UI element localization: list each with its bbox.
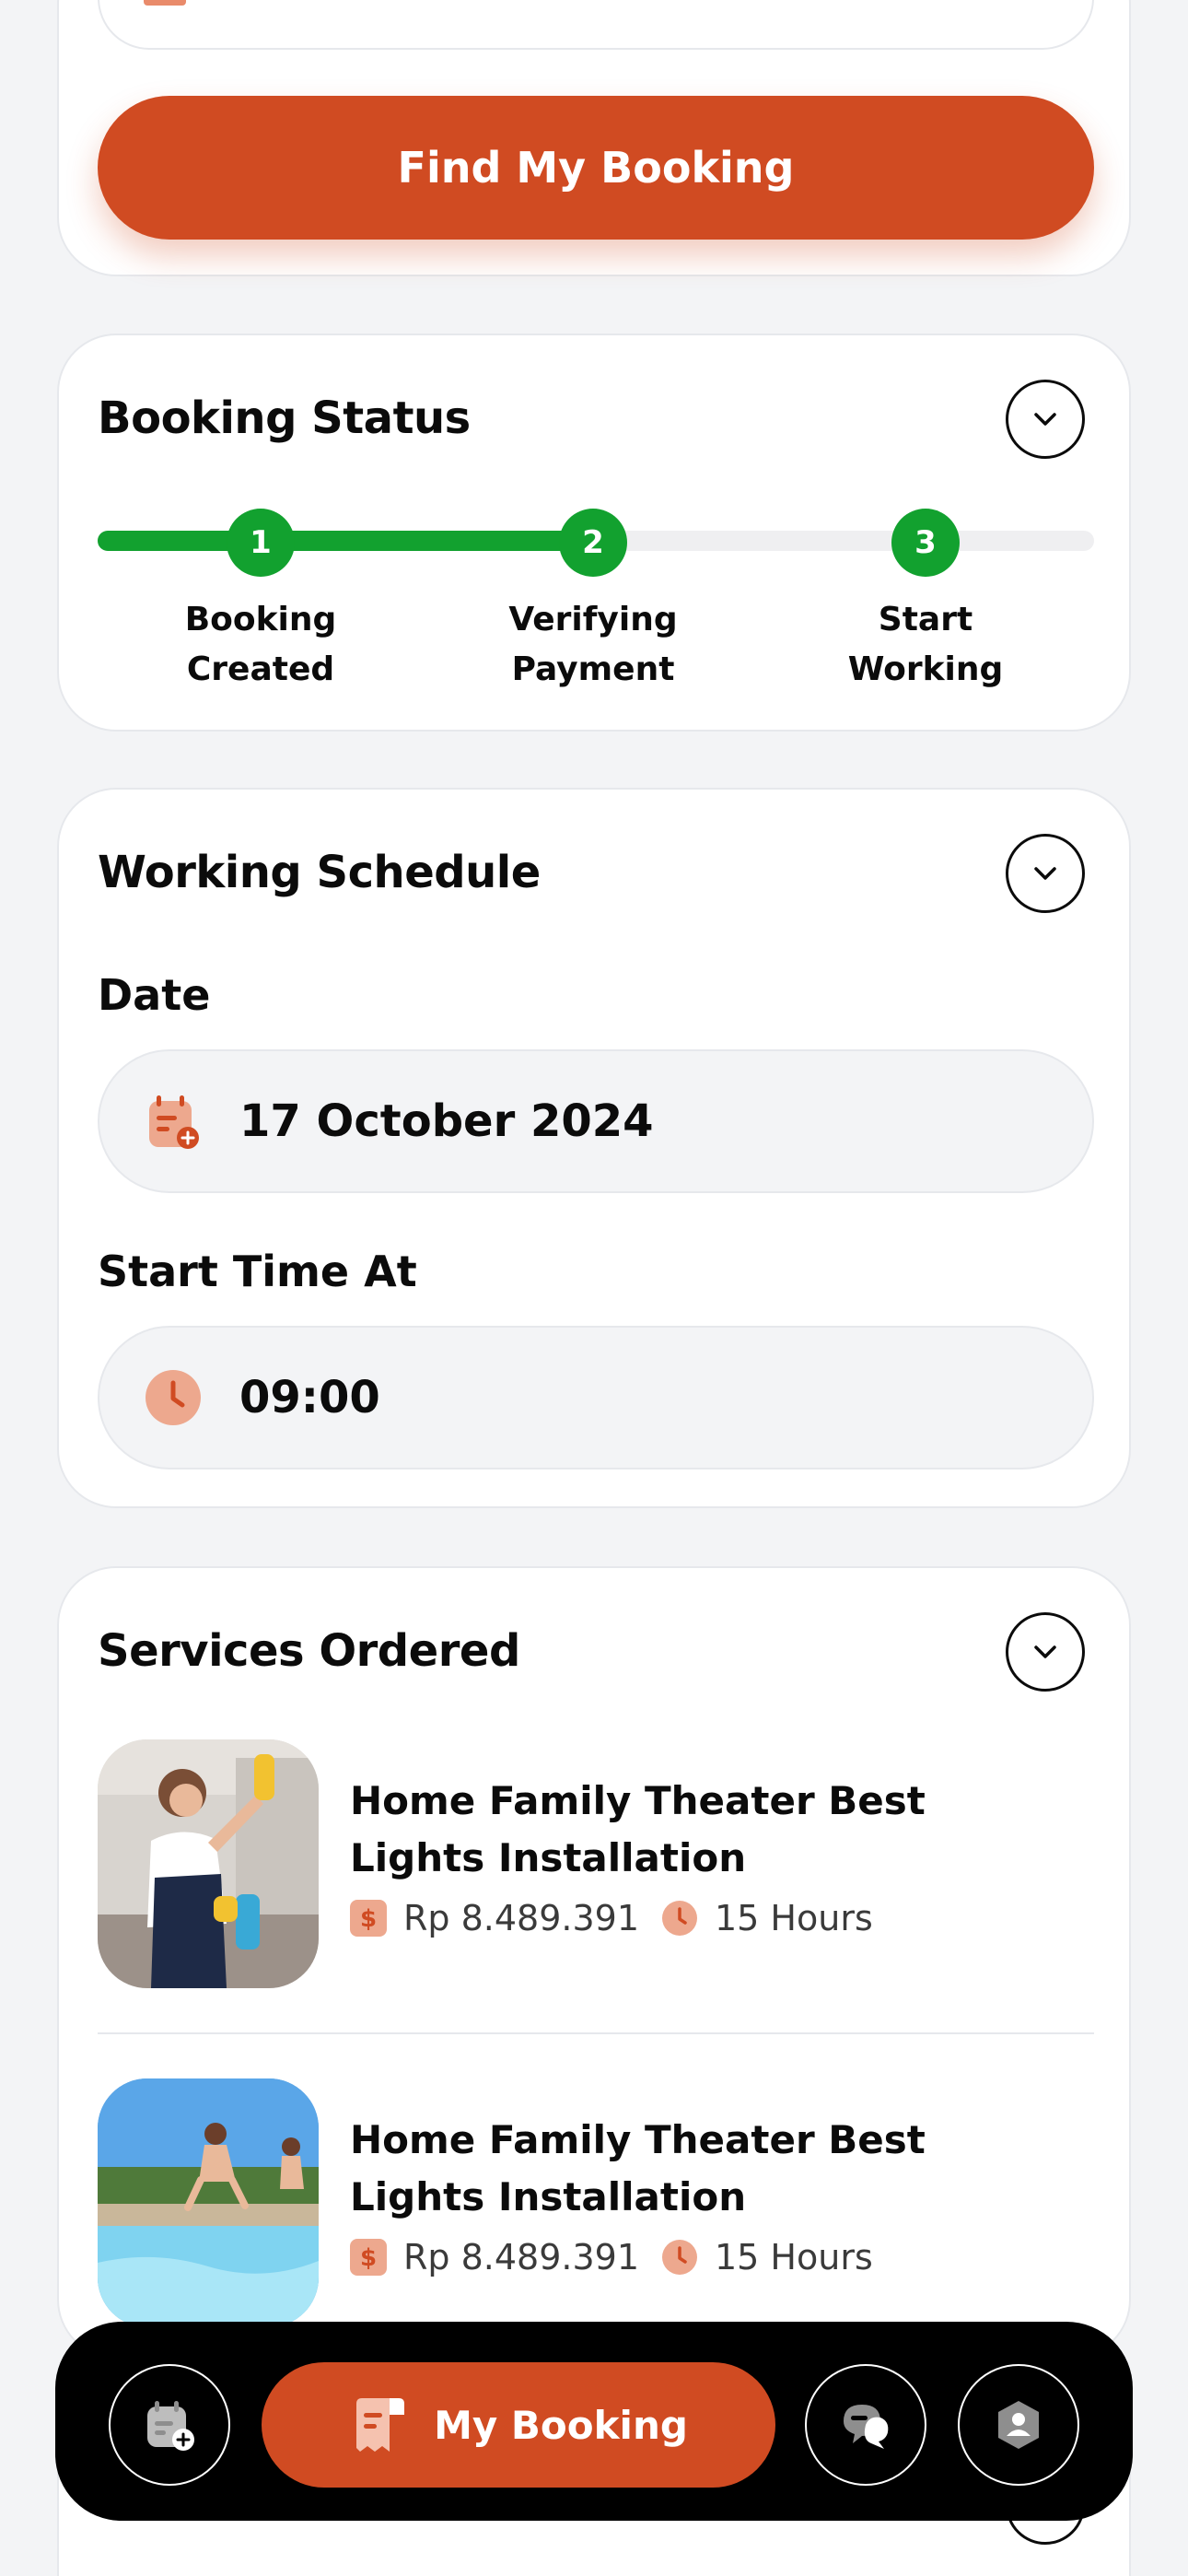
booking-code-input[interactable] <box>98 0 1094 50</box>
service-title: Home Family Theater Best Lights Installa… <box>350 1778 926 1880</box>
step-3-label: Start Working <box>806 595 1045 695</box>
divider <box>98 2032 1094 2034</box>
service-image <box>98 2078 319 2327</box>
input-icon <box>144 0 186 6</box>
step-3-badge: 3 <box>891 509 960 577</box>
svg-text:$: $ <box>360 2244 377 2272</box>
step-1-label-line2: Created <box>186 650 335 688</box>
start-time-value: 09:00 <box>239 1372 380 1423</box>
service-meta: $ Rp 8.489.391 15 Hours <box>350 1898 873 1938</box>
step-1-badge: 1 <box>227 509 295 577</box>
booking-status-card: Booking Status 1 2 3 Booking Created Ver… <box>57 334 1131 732</box>
nav-chat-button[interactable] <box>805 2364 926 2486</box>
booking-status-title: Booking Status <box>98 392 471 444</box>
receipt-icon <box>356 2398 405 2452</box>
working-schedule-collapse-button[interactable] <box>1006 834 1085 913</box>
step-1-label-line1: Booking <box>184 601 337 638</box>
step-2-label-line2: Payment <box>511 650 675 688</box>
find-my-booking-button[interactable]: Find My Booking <box>98 96 1094 240</box>
date-field[interactable]: 17 October 2024 <box>98 1049 1094 1193</box>
services-ordered-card: Services Ordered Home Family Theater Bes… <box>57 1566 1131 2359</box>
nav-my-booking-label: My Booking <box>434 2402 688 2448</box>
start-time-label: Start Time At <box>98 1247 417 1296</box>
step-3-label-line2: Working <box>847 650 1004 688</box>
nav-new-booking-button[interactable] <box>109 2364 230 2486</box>
clock-icon <box>662 2240 697 2275</box>
services-ordered-collapse-button[interactable] <box>1006 1612 1085 1692</box>
chat-icon <box>844 2405 889 2449</box>
progress-fill <box>98 531 596 551</box>
service-item[interactable]: Home Family Theater Best Lights Installa… <box>98 1739 1094 1988</box>
clock-icon <box>146 1370 201 1425</box>
step-3-label-line1: Start <box>878 601 973 638</box>
service-title: Home Family Theater Best Lights Installa… <box>350 2117 926 2219</box>
service-price: Rp 8.489.391 <box>403 2237 639 2277</box>
date-label: Date <box>98 970 211 1020</box>
nav-my-booking-button[interactable]: My Booking <box>262 2362 775 2488</box>
service-duration: 15 Hours <box>715 1898 873 1938</box>
services-ordered-title: Services Ordered <box>98 1625 520 1677</box>
step-2-label-line1: Verifying <box>508 601 678 638</box>
price-icon: $ <box>350 1900 387 1937</box>
chevron-down-icon <box>1034 867 1056 880</box>
find-booking-card: Find My Booking <box>57 0 1131 276</box>
bottom-nav: My Booking <box>55 2322 1133 2521</box>
profile-icon <box>998 2401 1039 2449</box>
svg-text:$: $ <box>360 1905 377 1933</box>
chevron-down-icon <box>1034 413 1056 426</box>
step-2-badge: 2 <box>559 509 627 577</box>
service-duration: 15 Hours <box>715 2237 873 2277</box>
nav-profile-button[interactable] <box>958 2364 1079 2486</box>
service-item[interactable]: Home Family Theater Best Lights Installa… <box>98 2078 1094 2327</box>
chevron-down-icon <box>1034 1645 1056 1658</box>
date-value: 17 October 2024 <box>239 1095 654 1147</box>
service-meta: $ Rp 8.489.391 15 Hours <box>350 2237 873 2277</box>
woman-cleaning-image <box>98 1739 319 1988</box>
working-schedule-card: Working Schedule Date 17 October 2024 St… <box>57 788 1131 1508</box>
start-time-field[interactable]: 09:00 <box>98 1326 1094 1469</box>
pool-image <box>98 2078 319 2327</box>
working-schedule-title: Working Schedule <box>98 847 541 898</box>
calendar-add-icon <box>147 2401 194 2451</box>
step-2-label: Verifying Payment <box>473 595 713 695</box>
booking-status-collapse-button[interactable] <box>1006 380 1085 459</box>
service-image <box>98 1739 319 1988</box>
step-1-label: Booking Created <box>141 595 380 695</box>
service-price: Rp 8.489.391 <box>403 1898 639 1938</box>
clock-icon <box>662 1901 697 1936</box>
price-icon: $ <box>350 2239 387 2276</box>
calendar-icon <box>149 1095 199 1149</box>
